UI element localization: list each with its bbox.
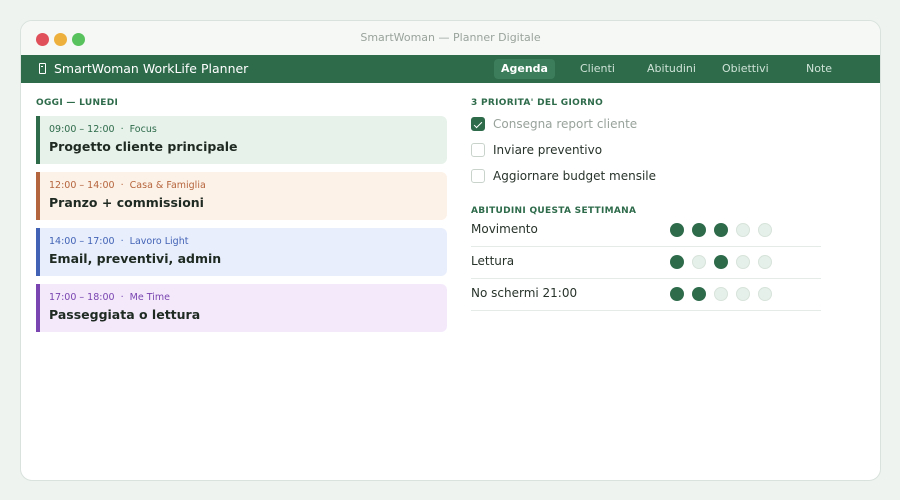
priority-item[interactable]: Consegna report cliente <box>471 116 637 132</box>
priority-item[interactable]: Inviare preventivo <box>471 142 602 158</box>
event-time: 09:00 – 12:00 <box>49 124 115 135</box>
habit-tracker <box>670 255 780 269</box>
priority-label: Inviare preventivo <box>493 143 603 157</box>
event-meta: 12:00 – 14:00 · Casa & Famiglia <box>49 180 447 191</box>
tab-note[interactable]: Note <box>806 59 832 79</box>
priority-label: Aggiornare budget mensile <box>493 169 657 183</box>
priority-checkbox[interactable] <box>471 117 485 131</box>
priority-checkbox[interactable] <box>471 143 485 157</box>
habit-day-empty[interactable] <box>714 287 728 301</box>
priority-checkbox[interactable] <box>471 169 485 183</box>
habit-day-done[interactable] <box>714 255 728 269</box>
habit-day-done[interactable] <box>670 287 684 301</box>
habit-day-empty[interactable] <box>758 255 772 269</box>
priority-label: Consegna report cliente <box>493 117 638 131</box>
event-category: Focus <box>129 124 157 135</box>
habit-day-done[interactable] <box>692 223 706 237</box>
habit-row: No schermi 21:00 <box>471 279 821 311</box>
event-meta: 14:00 – 17:00 · Lavoro Light <box>49 236 447 247</box>
agenda-event[interactable]: 14:00 – 17:00 · Lavoro Light Email, prev… <box>36 228 447 276</box>
tab-abitudini[interactable]: Abitudini <box>647 59 696 79</box>
event-time: 12:00 – 14:00 <box>49 180 115 191</box>
event-meta: 17:00 – 18:00 · Me Time <box>49 292 447 303</box>
habit-day-done[interactable] <box>670 223 684 237</box>
event-title: Passeggiata o lettura <box>49 307 201 322</box>
event-separator: · <box>120 124 124 135</box>
agenda-event[interactable]: 12:00 – 14:00 · Casa & Famiglia Pranzo +… <box>36 172 447 220</box>
agenda-event[interactable]: 17:00 – 18:00 · Me Time Passeggiata o le… <box>36 284 447 332</box>
event-separator: · <box>120 236 124 247</box>
habit-day-empty[interactable] <box>692 255 706 269</box>
app-window: SmartWoman — Planner Digitale SmartWoman… <box>20 20 881 481</box>
title-bar: SmartWoman — Planner Digitale <box>21 21 880 55</box>
habit-day-empty[interactable] <box>758 223 772 237</box>
habit-day-empty[interactable] <box>736 287 750 301</box>
habit-tracker <box>670 223 780 237</box>
event-category: Lavoro Light <box>129 236 189 247</box>
habit-day-empty[interactable] <box>736 223 750 237</box>
event-separator: · <box>120 292 124 303</box>
habit-name: No schermi 21:00 <box>471 286 578 300</box>
tab-clienti[interactable]: Clienti <box>580 59 615 79</box>
event-time: 14:00 – 17:00 <box>49 236 115 247</box>
habit-day-done[interactable] <box>692 287 706 301</box>
event-time: 17:00 – 18:00 <box>49 292 115 303</box>
event-meta: 09:00 – 12:00 · Focus <box>49 124 447 135</box>
habit-row: Movimento <box>471 215 821 247</box>
today-heading: OGGI — LUNEDI <box>36 98 119 108</box>
priority-item[interactable]: Aggiornare budget mensile <box>471 168 656 184</box>
habit-day-done[interactable] <box>714 223 728 237</box>
habit-name: Movimento <box>471 222 538 236</box>
tab-obiettivi[interactable]: Obiettivi <box>722 59 769 79</box>
habit-day-empty[interactable] <box>758 287 772 301</box>
habit-tracker <box>670 287 780 301</box>
event-category: Me Time <box>129 292 170 303</box>
app-header: SmartWoman WorkLife Planner Agenda Clien… <box>21 55 880 83</box>
tab-agenda[interactable]: Agenda <box>494 59 555 79</box>
priorities-heading: 3 PRIORITA' DEL GIORNO <box>471 98 604 108</box>
habit-row: Lettura <box>471 247 821 279</box>
event-title: Email, preventivi, admin <box>49 251 222 266</box>
event-title: Progetto cliente principale <box>49 139 238 154</box>
event-category: Casa & Famiglia <box>129 180 206 191</box>
event-title: Pranzo + commissioni <box>49 195 204 210</box>
agenda-event[interactable]: 09:00 – 12:00 · Focus Progetto cliente p… <box>36 116 447 164</box>
event-separator: · <box>120 180 124 191</box>
window-title: SmartWoman — Planner Digitale <box>360 31 541 44</box>
main-tabs: Agenda Clienti Abitudini Obiettivi Note <box>21 59 880 79</box>
habit-day-done[interactable] <box>670 255 684 269</box>
habit-name: Lettura <box>471 254 515 268</box>
habit-day-empty[interactable] <box>736 255 750 269</box>
